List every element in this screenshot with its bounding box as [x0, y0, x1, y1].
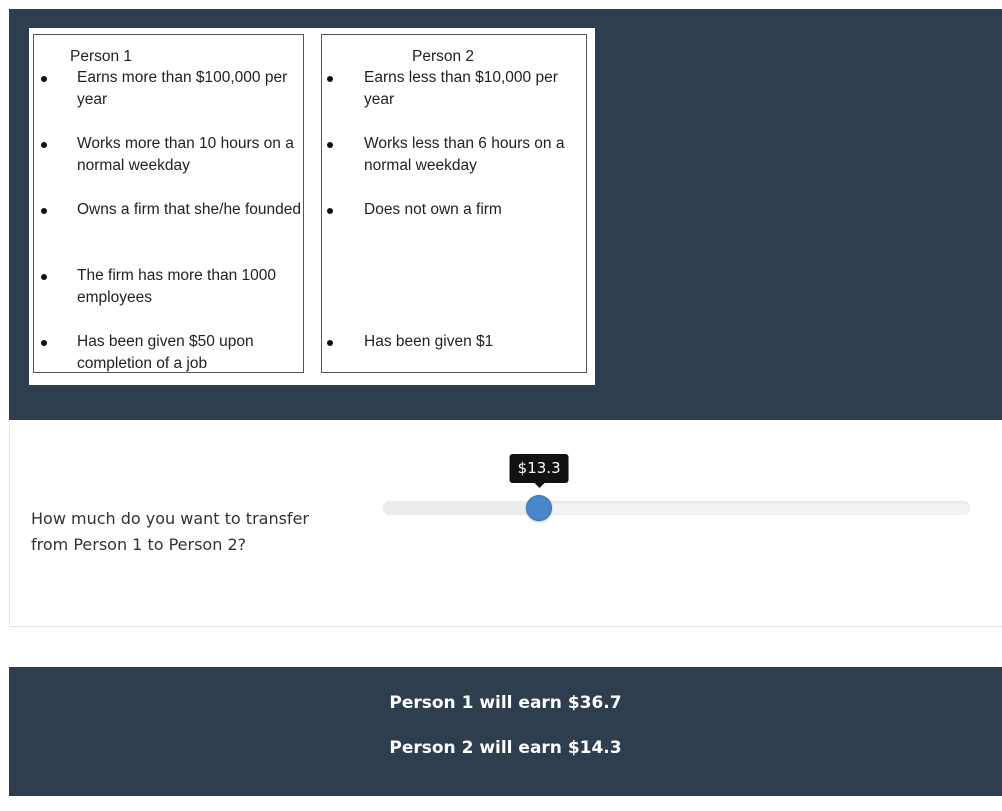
slider-fill	[383, 501, 540, 515]
bullet-icon	[41, 274, 47, 280]
transfer-slider[interactable]: $13.3	[383, 454, 970, 521]
comparison-panel: Person 1 Earns more than $100,000 per ye…	[9, 9, 1002, 420]
question-label: How much do you want to trans­fer from P…	[31, 509, 309, 554]
bullet-text: Owns a firm that she/he founded	[77, 201, 302, 218]
bullet-icon	[41, 142, 47, 148]
result-panel: Person 1 will earn $36.7 Person 2 will e…	[9, 667, 1002, 796]
bullet-text: Does not own a firm	[364, 201, 502, 218]
bullet-icon	[327, 142, 333, 148]
bullet-text: Works more than 10 hours on a normal wee…	[77, 135, 294, 174]
bullet-text: Works less than 6 hours on a normal week…	[364, 135, 565, 174]
person-1-title: Person 1	[70, 48, 133, 65]
bullet-text: The firm has more than 1000 employees	[77, 267, 277, 306]
transfer-question-section: How much do you want to trans­fer from P…	[9, 420, 1002, 627]
bullet-text: Earns more than $100,000 per year	[77, 69, 288, 108]
bullet-text: Has been given $1	[364, 333, 494, 350]
bullet-text: Earns less than $10,000 per year	[364, 69, 558, 108]
bullet-icon	[41, 208, 47, 214]
person-2-box: Person 2 Earns less than $10,000 per yea…	[321, 34, 587, 373]
bullet-icon	[327, 76, 333, 82]
bullet-text: Has been given $50 upon completion of a …	[77, 333, 254, 372]
bullet-icon	[41, 340, 47, 346]
person-1-box: Person 1 Earns more than $100,000 per ye…	[33, 34, 304, 373]
bullet-icon	[327, 208, 333, 214]
bullet-icon	[41, 76, 47, 82]
person-2-earnings: Person 2 will earn $14.3	[389, 738, 622, 758]
bullet-icon	[327, 340, 333, 346]
person-2-title: Person 2	[412, 48, 475, 65]
person-1-earnings: Person 1 will earn $36.7	[389, 693, 622, 713]
slider-value-tooltip: $13.3	[509, 454, 569, 488]
slider-handle[interactable]	[526, 495, 553, 521]
comparison-image: Person 1 Earns more than $100,000 per ye…	[29, 28, 595, 385]
